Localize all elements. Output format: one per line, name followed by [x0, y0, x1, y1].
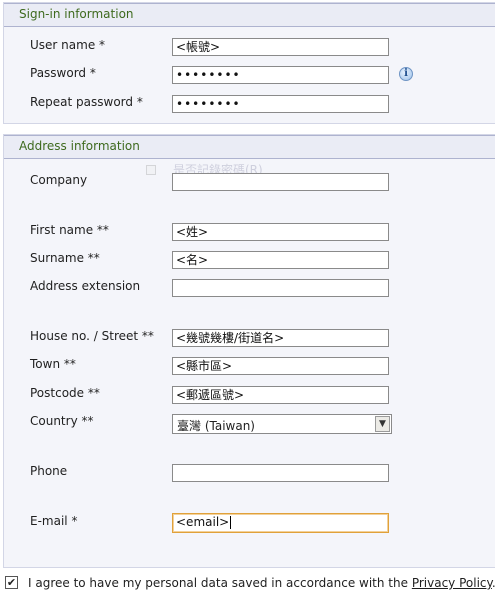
address-header: Address information: [4, 135, 495, 159]
town-label: Town **: [30, 357, 76, 371]
email-value: <email>: [176, 515, 230, 529]
info-icon[interactable]: i: [399, 67, 413, 81]
agree-checkbox[interactable]: ✔: [5, 576, 18, 589]
username-field[interactable]: <帳號>: [172, 38, 389, 56]
firstname-label: First name **: [30, 223, 109, 237]
country-select[interactable]: 臺灣 (Taiwan) ▼: [172, 414, 392, 434]
chevron-down-icon[interactable]: ▼: [375, 416, 390, 432]
postcode-label: Postcode **: [30, 386, 100, 400]
ghost-checkbox: [146, 165, 156, 175]
address-panel: Address information: [3, 134, 495, 568]
text-caret: [230, 516, 232, 529]
privacy-policy-link[interactable]: Privacy Policy: [412, 576, 492, 590]
town-field[interactable]: <縣市區>: [172, 357, 389, 375]
postcode-field[interactable]: <郵遞區號>: [172, 386, 389, 404]
extension-label: Address extension: [30, 279, 141, 293]
country-value: 臺灣 (Taiwan): [177, 419, 255, 433]
repeat-password-field[interactable]: ••••••••: [172, 95, 389, 113]
phone-field[interactable]: [172, 464, 389, 482]
agree-text-before: I agree to have my personal data saved i…: [28, 576, 412, 590]
street-label: House no. / Street **: [30, 329, 154, 343]
company-field[interactable]: [172, 173, 389, 191]
agree-text: I agree to have my personal data saved i…: [28, 576, 495, 590]
firstname-field[interactable]: <姓>: [172, 223, 389, 241]
surname-label: Surname **: [30, 251, 100, 265]
surname-field[interactable]: <名>: [172, 251, 389, 269]
repeat-password-label: Repeat password *: [30, 95, 143, 109]
email-label: E-mail *: [30, 514, 78, 528]
street-field[interactable]: <幾號幾樓/街道名>: [172, 329, 389, 347]
signin-title: Sign-in information: [19, 7, 134, 21]
signin-header: Sign-in information: [4, 3, 495, 27]
password-label: Password *: [30, 66, 96, 80]
company-label: Company: [30, 173, 88, 187]
password-field[interactable]: ••••••••: [172, 66, 389, 84]
country-label: Country **: [30, 414, 94, 428]
address-title: Address information: [19, 139, 140, 153]
extension-field[interactable]: [172, 279, 389, 297]
phone-label: Phone: [30, 464, 68, 478]
email-field[interactable]: <email>: [172, 513, 389, 533]
username-label: User name *: [30, 38, 106, 52]
